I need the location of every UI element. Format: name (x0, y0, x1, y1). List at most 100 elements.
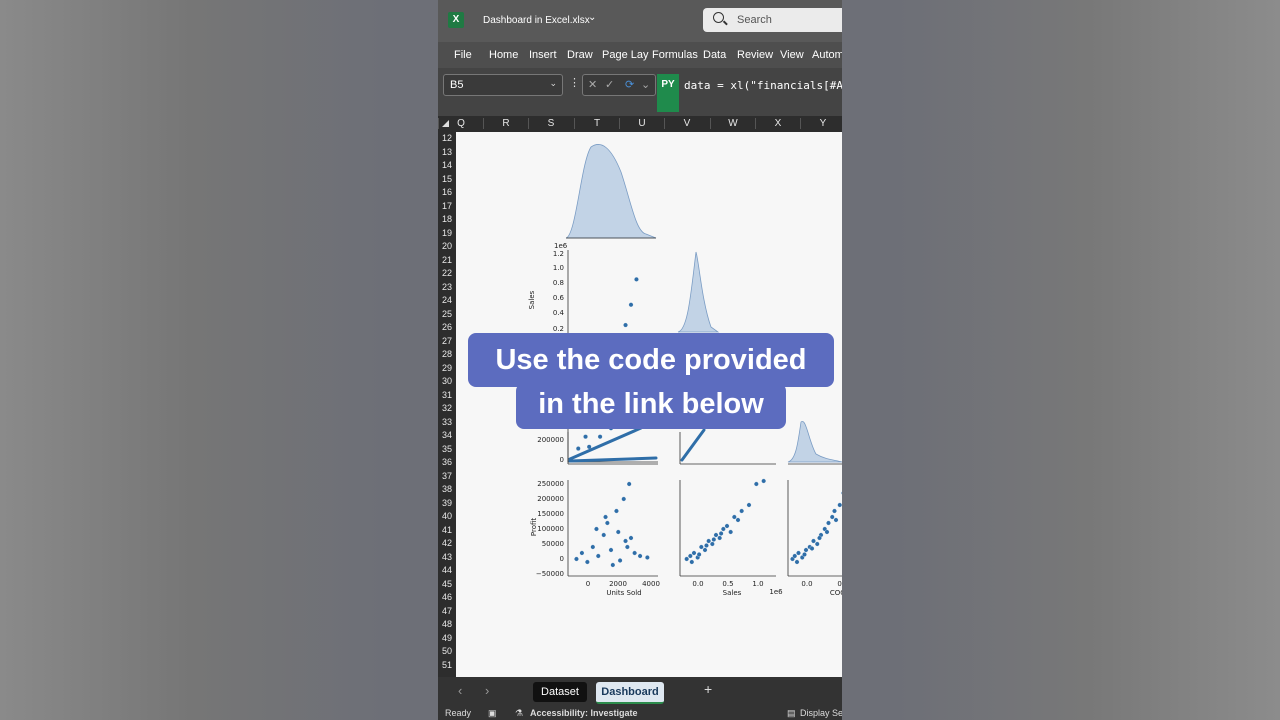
menu-insert[interactable]: Insert (529, 49, 557, 61)
profit-sales-point (691, 550, 697, 556)
sales-y-tick: 0.6 (553, 294, 565, 302)
chevron-down-icon[interactable]: ⌄ (641, 78, 650, 91)
macro-record-icon[interactable]: ▣ (488, 708, 497, 719)
row-header[interactable]: 29 (438, 362, 456, 376)
profit-units-point (623, 538, 628, 544)
tab-dashboard[interactable]: Dashboard (596, 682, 664, 704)
menu-view[interactable]: View (780, 49, 804, 61)
row-header[interactable]: 15 (438, 173, 456, 187)
row-header[interactable]: 24 (438, 294, 456, 308)
profit-sales-point (706, 538, 712, 544)
search-box[interactable]: Search (703, 8, 842, 32)
row-header[interactable]: 22 (438, 267, 456, 281)
row-header[interactable]: 12 (438, 132, 456, 146)
profit-y-label: Profit (530, 518, 538, 537)
row-header[interactable]: 39 (438, 497, 456, 511)
chevron-down-icon[interactable]: ⌄ (588, 12, 596, 23)
row-header[interactable]: 19 (438, 227, 456, 241)
row-header[interactable]: 25 (438, 308, 456, 322)
row-header[interactable]: 34 (438, 429, 456, 443)
column-header[interactable]: V (664, 118, 709, 129)
profit-cogs-point (829, 514, 835, 520)
tab-dataset[interactable]: Dataset (533, 682, 587, 702)
profit-sales-point (761, 478, 767, 484)
row-header[interactable]: 30 (438, 375, 456, 389)
profit-cogs-point (796, 550, 801, 556)
menu-file[interactable]: File (454, 49, 472, 61)
row-header[interactable]: 48 (438, 618, 456, 632)
menu-draw[interactable]: Draw (567, 49, 593, 61)
profit-cogs-point (824, 529, 830, 535)
column-header[interactable]: X (755, 118, 800, 129)
row-header[interactable]: 14 (438, 159, 456, 173)
column-header[interactable]: T (574, 118, 619, 129)
row-header[interactable]: 43 (438, 551, 456, 565)
formula-input[interactable]: data = xl("financials[#A (684, 79, 842, 92)
row-header[interactable]: 36 (438, 456, 456, 470)
sales-offset-label: 1e6 (554, 242, 568, 250)
chevron-left-icon[interactable]: ‹ (458, 683, 462, 698)
row-header[interactable]: 31 (438, 389, 456, 403)
row-header[interactable]: 47 (438, 605, 456, 619)
menu-home[interactable]: Home (489, 49, 518, 61)
profit-units-point (637, 553, 643, 559)
status-ready: Ready (445, 708, 472, 718)
column-header[interactable]: U (619, 118, 664, 129)
row-header[interactable]: 50 (438, 645, 456, 659)
sales-units-point (595, 403, 601, 409)
row-header[interactable]: 28 (438, 348, 456, 362)
row-header[interactable]: 23 (438, 281, 456, 295)
row-header[interactable]: 18 (438, 213, 456, 227)
row-header[interactable]: 40 (438, 510, 456, 524)
display-settings-icon[interactable]: ▤ (787, 708, 796, 719)
add-sheet-button[interactable]: + (704, 681, 712, 697)
menu-formulas[interactable]: Formulas (652, 49, 698, 61)
row-header[interactable]: 27 (438, 335, 456, 349)
more-options-icon[interactable]: ⋮ (569, 76, 580, 89)
row-header[interactable]: 41 (438, 524, 456, 538)
profit-sales-point (713, 532, 719, 538)
row-header[interactable]: 44 (438, 564, 456, 578)
display-settings[interactable]: Display Se (800, 708, 842, 718)
row-header[interactable]: 17 (438, 200, 456, 214)
worksheet-grid[interactable]: 1e6 1.2 1.0 0.8 0.6 0.4 0.2 Sales 200000 0 250000 2… (456, 132, 842, 677)
row-header[interactable]: 33 (438, 416, 456, 430)
row-header[interactable]: 32 (438, 402, 456, 416)
column-header[interactable]: R (483, 118, 528, 129)
row-header[interactable]: 42 (438, 537, 456, 551)
row-header[interactable]: 26 (438, 321, 456, 335)
row-header[interactable]: 38 (438, 483, 456, 497)
row-header[interactable]: 21 (438, 254, 456, 268)
chevron-right-icon[interactable]: › (485, 683, 489, 698)
cancel-icon[interactable]: ✕ (588, 78, 597, 91)
profit-sales-point (696, 552, 702, 557)
column-header[interactable]: S (528, 118, 573, 129)
row-header[interactable]: 49 (438, 632, 456, 646)
row-header[interactable]: 20 (438, 240, 456, 254)
column-header[interactable]: Q (438, 118, 483, 129)
menu-page-layout[interactable]: Page Lay (602, 49, 648, 61)
column-header[interactable]: Y (800, 118, 842, 129)
row-header[interactable]: 46 (438, 591, 456, 605)
profit-units-point (628, 535, 634, 541)
row-header[interactable]: 16 (438, 186, 456, 200)
row-header[interactable]: 13 (438, 146, 456, 160)
column-header[interactable]: W (710, 118, 755, 129)
row-header[interactable]: 45 (438, 578, 456, 592)
sales-units-point (628, 302, 634, 308)
profit-sales-point (687, 553, 693, 559)
accessibility-status[interactable]: Accessibility: Investigate (530, 708, 638, 718)
row-header[interactable]: 37 (438, 470, 456, 484)
menu-data[interactable]: Data (703, 49, 726, 61)
menu-review[interactable]: Review (737, 49, 773, 61)
enter-icon[interactable]: ✓ (605, 78, 614, 91)
name-box[interactable]: B5 ⌄ (443, 74, 563, 96)
sales-x-tick: 0.5 (722, 580, 733, 588)
row-header[interactable]: 35 (438, 443, 456, 457)
document-title[interactable]: Dashboard in Excel.xlsx (483, 15, 590, 26)
chevron-down-icon[interactable]: ⌄ (549, 78, 557, 89)
profit-units-point (645, 555, 650, 560)
row-header[interactable]: 51 (438, 659, 456, 673)
python-output-icon[interactable]: ⟳ (625, 78, 634, 91)
menu-automate[interactable]: Autom (812, 49, 842, 61)
